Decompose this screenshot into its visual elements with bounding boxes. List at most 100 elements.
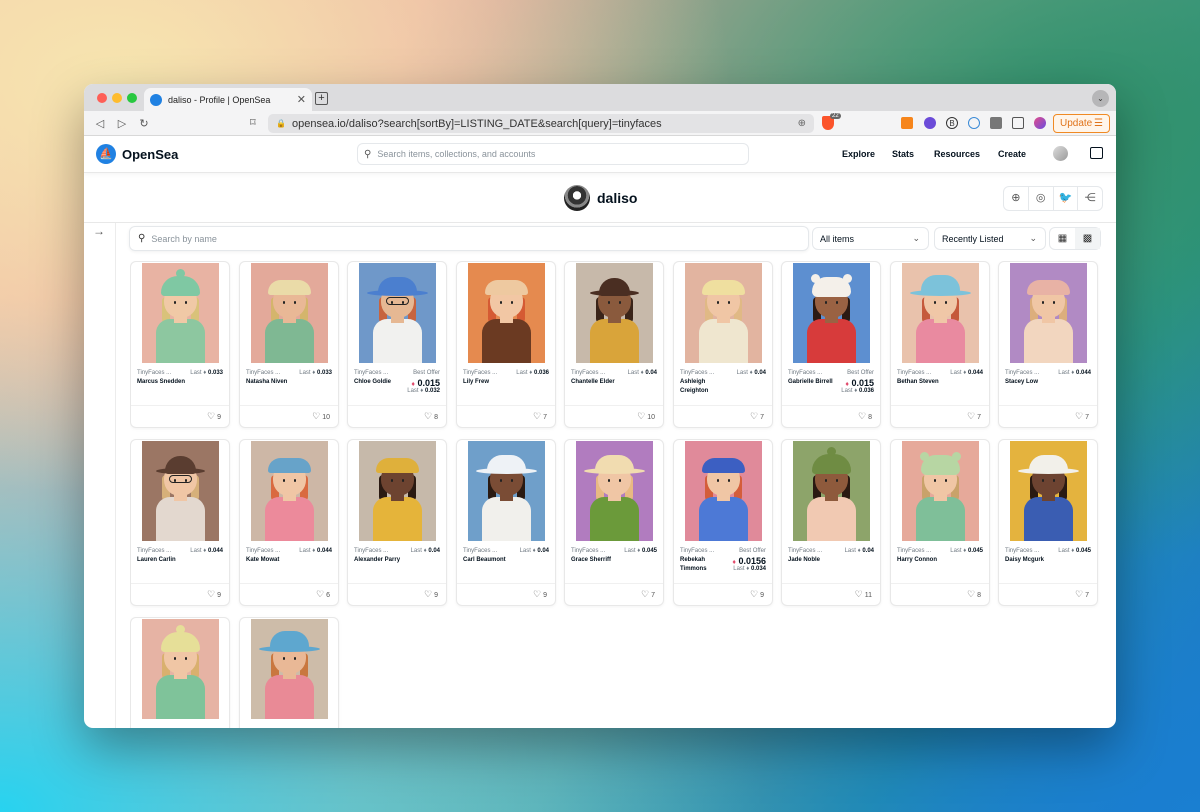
collection-name[interactable]: TinyFaces ... <box>680 370 714 376</box>
update-button[interactable]: Update ☰ <box>1053 114 1110 133</box>
bookmark-icon[interactable]: ⌑ <box>250 116 256 129</box>
forward-icon[interactable]: ▷ <box>116 117 128 130</box>
favorite-button[interactable]: ♡ 7 <box>1075 411 1089 422</box>
nav-explore[interactable]: Explore <box>842 149 875 159</box>
nft-card[interactable]: TinyFaces ... Harry Connon Last ♦ 0.045 ♡ 8 <box>890 439 990 606</box>
grid-large-icon[interactable]: ▦ <box>1050 228 1075 249</box>
nft-image[interactable] <box>251 263 328 363</box>
nft-image[interactable] <box>685 441 762 541</box>
search-by-name[interactable]: ⚲ <box>129 226 809 251</box>
new-tab-button[interactable]: + <box>315 92 328 105</box>
favorite-button[interactable]: ♡ 6 <box>316 589 330 600</box>
nft-image[interactable] <box>359 263 436 363</box>
reload-icon[interactable]: ↻ <box>138 117 150 130</box>
nft-card[interactable]: TinyFaces ... Stacey Low Last ♦ 0.044 ♡ 7 <box>998 261 1098 428</box>
nft-image[interactable] <box>902 263 979 363</box>
global-search[interactable]: ⚲ <box>357 143 749 165</box>
share-icon[interactable]: ⋲ <box>1078 187 1102 210</box>
favorite-button[interactable]: ♡ 10 <box>637 411 655 422</box>
favorite-button[interactable]: ♡ 11 <box>855 589 872 600</box>
favorite-button[interactable]: ♡ 9 <box>207 411 221 422</box>
nft-image[interactable] <box>1010 263 1087 363</box>
nft-image[interactable] <box>468 441 545 541</box>
twitter-icon[interactable]: 🐦 <box>1054 187 1079 210</box>
back-icon[interactable]: ◁ <box>94 117 106 130</box>
collection-name[interactable]: TinyFaces ... <box>1005 370 1039 376</box>
favorite-button[interactable]: ♡ 8 <box>858 411 872 422</box>
nft-card[interactable]: TinyFaces ... Lauren Carlin Last ♦ 0.044 ♡ 9 <box>130 439 230 606</box>
close-tab-icon[interactable]: ✕ <box>297 93 306 106</box>
nft-image[interactable] <box>142 441 219 541</box>
nft-image[interactable] <box>793 263 870 363</box>
nft-card[interactable]: TinyFaces ... Rebekah Timmons Best Offer ♦ … <box>673 439 773 606</box>
favorite-button[interactable]: ♡ 10 <box>312 411 330 422</box>
nft-card[interactable]: TinyFaces ... Gabrielle Birrell Best Offer… <box>781 261 881 428</box>
extension-b-icon[interactable]: B <box>946 117 958 129</box>
favorite-button[interactable]: ♡ 8 <box>967 589 981 600</box>
collection-name[interactable]: TinyFaces ... <box>897 548 931 554</box>
collection-name[interactable]: TinyFaces ... <box>137 370 171 376</box>
nft-card[interactable]: TinyFaces ... Lily Frew Last ♦ 0.036 ♡ 7 <box>456 261 556 428</box>
nft-image[interactable] <box>468 263 545 363</box>
nft-card[interactable]: TinyFaces ... Daisy Mcgurk Last ♦ 0.045 ♡ 7 <box>998 439 1098 606</box>
collection-name[interactable]: TinyFaces ... <box>788 548 822 554</box>
extensions-puzzle-icon[interactable] <box>990 117 1002 129</box>
nft-image[interactable] <box>142 263 219 363</box>
search-by-name-input[interactable] <box>151 233 755 244</box>
favorite-button[interactable]: ♡ 7 <box>750 411 764 422</box>
nav-stats[interactable]: Stats <box>892 149 914 159</box>
zoom-icon[interactable]: ⊕ <box>798 118 806 129</box>
nft-card[interactable] <box>130 617 230 728</box>
nav-create[interactable]: Create <box>998 149 1026 159</box>
brand-name[interactable]: OpenSea <box>122 147 178 162</box>
favorite-button[interactable]: ♡ 9 <box>207 589 221 600</box>
nav-resources[interactable]: Resources <box>934 149 980 159</box>
nft-image[interactable] <box>1010 441 1087 541</box>
nft-image[interactable] <box>359 441 436 541</box>
collection-name[interactable]: TinyFaces ... <box>788 370 822 376</box>
collection-name[interactable]: TinyFaces ... <box>354 370 388 376</box>
collection-name[interactable]: TinyFaces ... <box>246 548 280 554</box>
nft-image[interactable] <box>902 441 979 541</box>
tab-opensea[interactable]: daliso - Profile | OpenSea ✕ <box>144 88 312 111</box>
nft-card[interactable]: TinyFaces ... Ashleigh Creighton Last ♦ 0.… <box>673 261 773 428</box>
expand-filters-icon[interactable]: → <box>93 224 105 238</box>
favorite-button[interactable]: ♡ 9 <box>424 589 438 600</box>
nft-image[interactable] <box>576 263 653 363</box>
items-filter-dropdown[interactable]: All items ⌄ <box>812 227 929 250</box>
nft-card[interactable]: TinyFaces ... Grace Sherriff Last ♦ 0.045 ♡… <box>564 439 664 606</box>
wallet-icon[interactable] <box>1090 147 1103 159</box>
metamask-extension-icon[interactable] <box>901 117 913 129</box>
account-avatar[interactable] <box>1053 146 1068 161</box>
global-search-input[interactable] <box>377 149 723 159</box>
nft-card[interactable]: TinyFaces ... Chantelle Elder Last ♦ 0.04 ♡… <box>564 261 664 428</box>
nft-image[interactable] <box>685 263 762 363</box>
collection-name[interactable]: TinyFaces ... <box>680 548 714 554</box>
collection-name[interactable]: TinyFaces ... <box>354 548 388 554</box>
maximize-window-button[interactable] <box>127 93 137 103</box>
tab-menu-icon[interactable]: ⌄ <box>1092 90 1109 107</box>
collection-name[interactable]: TinyFaces ... <box>1005 548 1039 554</box>
favorite-button[interactable]: ♡ 7 <box>533 411 547 422</box>
minimize-window-button[interactable] <box>112 93 122 103</box>
sort-dropdown[interactable]: Recently Listed ⌄ <box>934 227 1046 250</box>
url-field[interactable]: 🔒 opensea.io/daliso?search[sortBy]=LISTI… <box>268 114 814 133</box>
opensea-logo-icon[interactable]: ⛵ <box>96 144 116 164</box>
extension-globe-icon[interactable] <box>968 117 980 129</box>
collection-name[interactable]: TinyFaces ... <box>897 370 931 376</box>
extension-purple-icon[interactable] <box>924 117 936 129</box>
grid-small-icon[interactable]: ▩ <box>1075 228 1100 249</box>
close-window-button[interactable] <box>97 93 107 103</box>
instagram-icon[interactable]: ◎ <box>1029 187 1054 210</box>
collection-name[interactable]: TinyFaces ... <box>571 370 605 376</box>
profile-extension-icon[interactable] <box>1034 117 1046 129</box>
collection-name[interactable]: TinyFaces ... <box>246 370 280 376</box>
favorite-button[interactable]: ♡ 9 <box>533 589 547 600</box>
collection-name[interactable]: TinyFaces ... <box>463 370 497 376</box>
nft-image[interactable] <box>793 441 870 541</box>
nft-card[interactable]: TinyFaces ... Alexander Parry Last ♦ 0.04 ♡… <box>347 439 447 606</box>
nft-card[interactable] <box>239 617 339 728</box>
collection-name[interactable]: TinyFaces ... <box>463 548 497 554</box>
collection-name[interactable]: TinyFaces ... <box>571 548 605 554</box>
favorite-button[interactable]: ♡ 9 <box>750 589 764 600</box>
